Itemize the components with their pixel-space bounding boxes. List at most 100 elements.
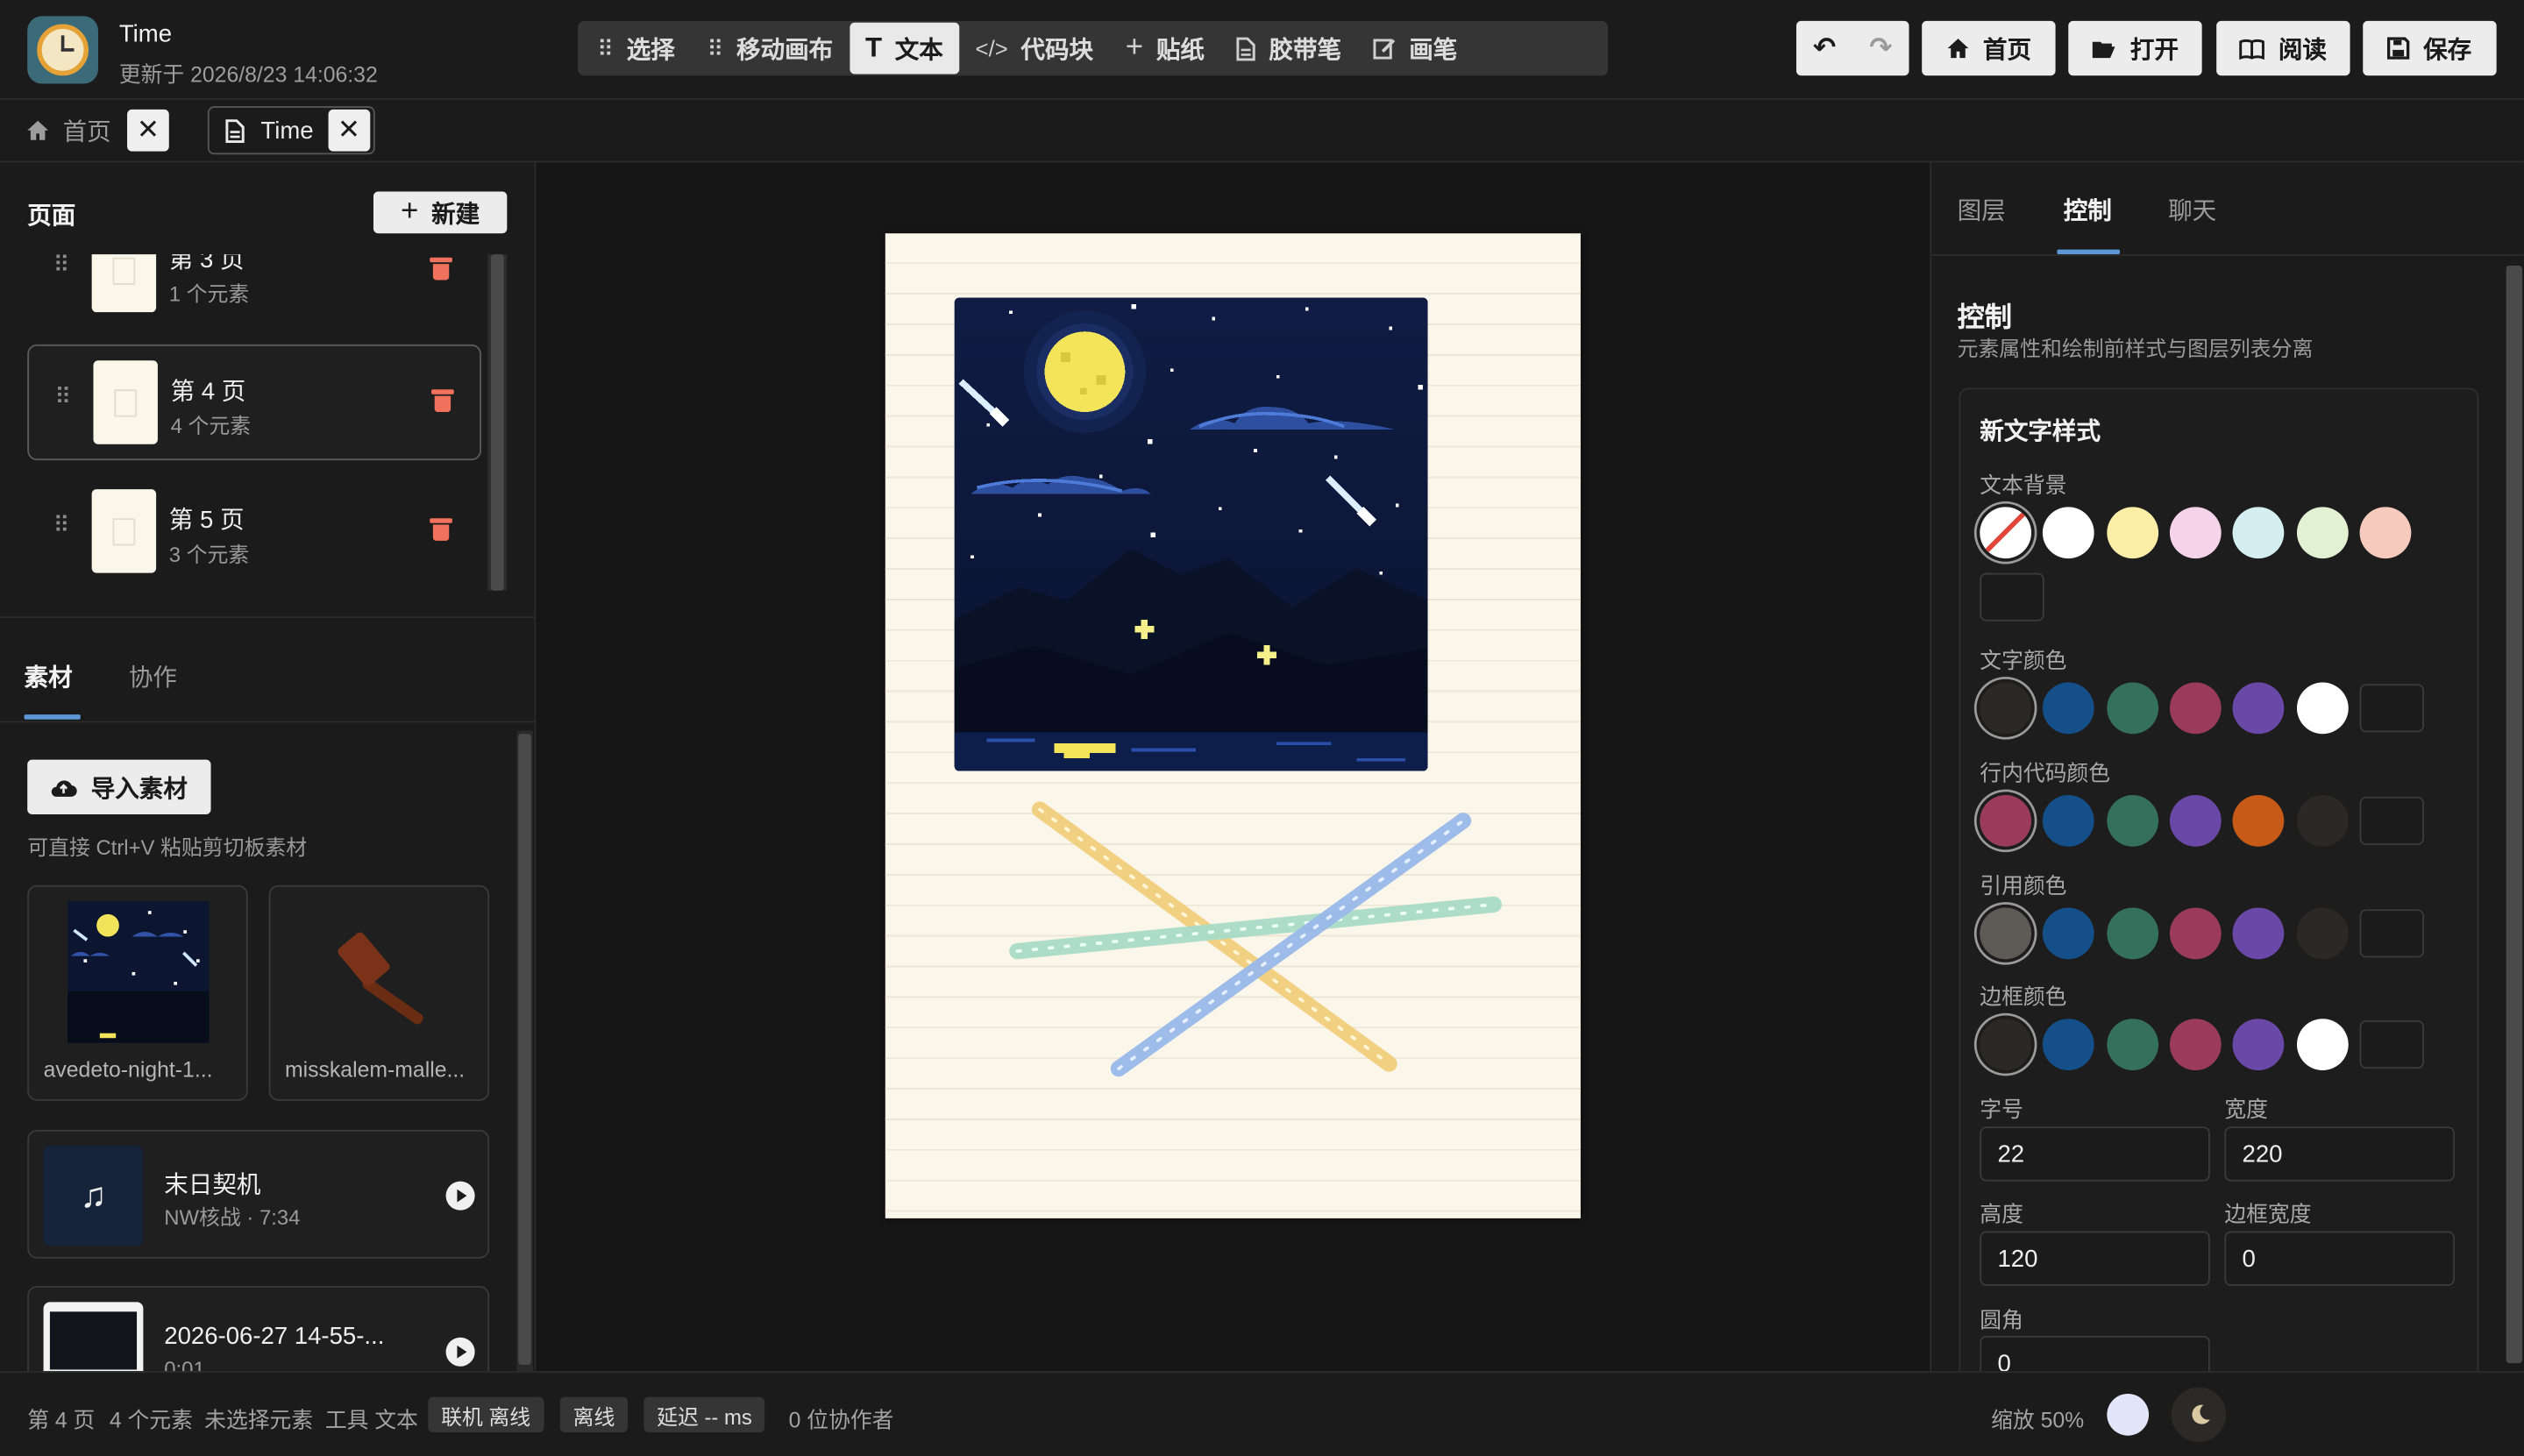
no-color-swatch[interactable] [1980, 507, 2032, 559]
color-swatch[interactable] [2169, 907, 2222, 960]
open-button[interactable]: 打开 [2068, 20, 2202, 76]
book-icon [2240, 38, 2265, 60]
close-icon[interactable]: ✕ [127, 109, 169, 152]
tab-assets[interactable]: 素材 [25, 660, 73, 694]
undo-button[interactable]: ↶ [1796, 32, 1852, 65]
page-item[interactable]: ⠿ 第 5 页 3 个元素 [27, 475, 481, 591]
color-swatch[interactable] [2296, 794, 2348, 847]
color-swatch[interactable] [2169, 794, 2222, 847]
color-swatch[interactable] [2106, 907, 2158, 960]
audio-asset-card[interactable]: ♫ 末日契机 NW核战 · 7:34 [27, 1129, 490, 1259]
color-swatch[interactable] [2232, 907, 2285, 960]
play-icon[interactable] [445, 1337, 475, 1367]
page-paper[interactable] [885, 233, 1581, 1218]
radius-input[interactable] [1980, 1335, 2210, 1372]
color-swatch[interactable] [2106, 1019, 2158, 1070]
asset-image-card[interactable]: avedeto-night-1... [27, 884, 248, 1101]
page-item[interactable]: ⠿ 第 3 页 1 个元素 [27, 254, 481, 330]
drag-handle-icon[interactable]: ⠿ [54, 385, 71, 408]
color-swatch[interactable] [2296, 507, 2348, 559]
cloud-upload-icon [52, 779, 78, 796]
play-icon[interactable] [445, 1181, 475, 1211]
custom-color-swatch[interactable] [1980, 572, 2044, 621]
color-swatch[interactable] [2169, 1019, 2222, 1070]
color-swatch[interactable] [2106, 794, 2158, 847]
music-note-icon: ♫ [43, 1146, 144, 1246]
tab-collaborate[interactable]: 协作 [129, 660, 177, 694]
tab-control[interactable]: 控制 [2064, 193, 2112, 227]
status-online-badge[interactable]: 联机 离线 [428, 1396, 544, 1433]
color-swatch[interactable] [1980, 907, 2032, 960]
tool-select[interactable]: ⠿ 选择 [581, 23, 691, 75]
tool-pan[interactable]: ⠿ 移动画布 [691, 23, 849, 75]
save-button[interactable]: 保存 [2363, 20, 2497, 76]
read-button[interactable]: 阅读 [2216, 20, 2350, 76]
tool-brush[interactable]: 画笔 [1357, 23, 1473, 75]
color-swatch[interactable] [2296, 1019, 2348, 1070]
drag-handle-icon[interactable]: ⠿ [53, 254, 70, 275]
color-swatch[interactable] [2296, 907, 2348, 960]
file-icon [1237, 36, 1256, 60]
control-title: 控制 [1957, 302, 2012, 334]
color-swatch[interactable] [2232, 1019, 2285, 1070]
tape-strokes[interactable] [885, 233, 1581, 1218]
color-swatch[interactable] [1980, 1019, 2032, 1070]
color-swatch[interactable] [2232, 507, 2285, 559]
tool-text[interactable]: T 文本 [849, 22, 960, 75]
close-icon[interactable]: ✕ [328, 109, 370, 152]
tab-indicator [24, 714, 81, 720]
color-swatch[interactable] [1980, 682, 2032, 735]
video-thumbnail [43, 1302, 144, 1372]
light-theme-button[interactable] [2107, 1393, 2150, 1436]
height-input[interactable] [1980, 1231, 2210, 1286]
radius-clip [1980, 1335, 2210, 1372]
tab-chat[interactable]: 聊天 [2168, 193, 2216, 227]
trash-icon[interactable] [431, 389, 454, 413]
custom-color-swatch[interactable] [2359, 1020, 2425, 1069]
custom-color-swatch[interactable] [2359, 796, 2425, 845]
dark-theme-button[interactable] [2171, 1387, 2227, 1443]
tool-sticker[interactable]: + 贴纸 [1109, 23, 1220, 75]
plus-icon: + [1125, 30, 1144, 65]
tool-code-block[interactable]: </> 代码块 [959, 23, 1109, 75]
control-scrollbar[interactable] [2506, 265, 2523, 1364]
video-asset-card[interactable]: 2026-06-27 14-55-... 0:01 [27, 1285, 490, 1372]
color-swatch[interactable] [2232, 794, 2285, 847]
status-offline-badge[interactable]: 离线 [559, 1396, 629, 1433]
tab-layers[interactable]: 图层 [1958, 193, 2006, 227]
trash-icon[interactable] [430, 518, 452, 541]
redo-button[interactable]: ↷ [1852, 32, 1909, 65]
color-swatch[interactable] [1980, 794, 2032, 847]
trash-icon[interactable] [430, 257, 452, 281]
page-item-selected[interactable]: ⠿ 第 4 页 4 个元素 [27, 344, 481, 461]
custom-color-swatch[interactable] [2359, 684, 2425, 733]
page-list-scroll-thumb[interactable] [490, 254, 504, 591]
height-label: 高度 [1980, 1202, 2023, 1227]
import-assets-button[interactable]: 导入素材 [27, 759, 211, 815]
status-zoom: 缩放 50% [1991, 1408, 2085, 1433]
home-button[interactable]: 首页 [1922, 20, 2056, 76]
edit-icon [1374, 39, 1396, 60]
assets-scroll-thumb[interactable] [518, 734, 531, 1365]
tab-home[interactable]: 首页 ✕ [25, 108, 169, 153]
control-description: 元素属性和绘制前样式与图层列表分离 [1957, 336, 2314, 361]
tab-document[interactable]: Time ✕ [207, 106, 375, 155]
color-swatch[interactable] [2106, 682, 2158, 735]
color-swatch[interactable] [2359, 507, 2411, 559]
font-size-input[interactable] [1980, 1126, 2210, 1182]
color-swatch[interactable] [2169, 507, 2222, 559]
status-tool: 工具 文本 [324, 1408, 418, 1433]
width-input[interactable] [2224, 1126, 2455, 1182]
new-page-button[interactable]: + 新建 [373, 191, 508, 234]
border-width-label: 边框宽度 [2224, 1202, 2312, 1227]
tool-tape-pen[interactable]: 胶带笔 [1220, 23, 1357, 75]
drag-handle-icon[interactable]: ⠿ [53, 514, 70, 536]
color-swatch[interactable] [2232, 682, 2285, 735]
color-swatch[interactable] [2296, 682, 2348, 735]
paste-hint: 可直接 Ctrl+V 粘贴剪切板素材 [27, 835, 308, 860]
border-width-input[interactable] [2224, 1231, 2455, 1286]
color-swatch[interactable] [2169, 682, 2222, 735]
custom-color-swatch[interactable] [2359, 909, 2425, 958]
color-swatch[interactable] [2106, 507, 2158, 559]
asset-image-card[interactable]: misskalem-malle... [268, 884, 490, 1101]
